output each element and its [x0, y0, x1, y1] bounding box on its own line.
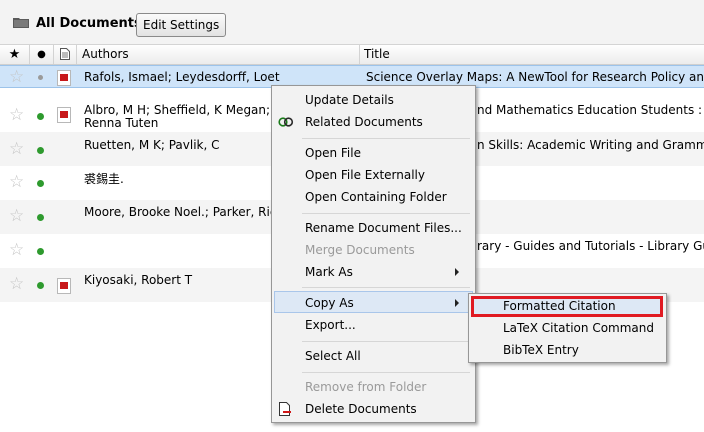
- read-status-dot[interactable]: [37, 248, 44, 255]
- read-status-column-header[interactable]: ●: [30, 45, 54, 64]
- menu-item-highlight: [274, 291, 473, 313]
- menu-item-latex-citation-command[interactable]: LaTeX Citation Command: [503, 320, 654, 336]
- related-documents-icon: [278, 117, 294, 127]
- title-cell: n Skills: Academic Writing and Grammar: [477, 138, 704, 152]
- menu-item-open-file[interactable]: Open File: [305, 145, 361, 161]
- menu-item-mark-as[interactable]: Mark As: [305, 264, 353, 280]
- menu-separator: [302, 372, 470, 373]
- menu-item-merge-documents: Merge Documents: [305, 243, 415, 257]
- read-status-dot[interactable]: [37, 180, 44, 187]
- authors-cell-line2: Renna Tuten: [84, 116, 159, 130]
- menu-item-remove-from-folder: Remove from Folder: [305, 380, 427, 394]
- submenu-arrow-icon: [455, 299, 459, 307]
- title-cell: nd Mathematics Education Students : A Ca…: [477, 103, 704, 117]
- submenu-arrow-icon: [455, 268, 459, 276]
- authors-cell: Rafols, Ismael; Leydesdorff, Loet: [84, 70, 280, 84]
- delete-documents-icon: [279, 402, 291, 416]
- star-column-header[interactable]: ★: [0, 45, 30, 64]
- file-column-header[interactable]: [54, 45, 77, 64]
- menu-separator: [302, 213, 470, 214]
- menu-separator: [302, 287, 470, 288]
- star-icon[interactable]: ☆: [9, 141, 24, 158]
- authors-column-header[interactable]: Authors: [77, 45, 360, 64]
- read-status-dot[interactable]: [37, 147, 44, 154]
- edit-settings-button[interactable]: Edit Settings: [136, 13, 227, 37]
- pdf-icon: [57, 70, 71, 86]
- column-header: ★ ● Authors Title: [0, 45, 704, 65]
- menu-item-formatted-citation[interactable]: Formatted Citation: [503, 298, 616, 314]
- star-icon[interactable]: ☆: [9, 174, 24, 191]
- title-cell: rary - Guides and Tutorials - Library Gu…: [477, 239, 704, 253]
- read-status-dot[interactable]: [38, 75, 43, 80]
- menu-item-update-details[interactable]: Update Details: [305, 92, 394, 108]
- authors-cell: Ruetten, M K; Pavlik, C: [84, 138, 220, 152]
- context-menu: Update Details Related Documents Open Fi…: [271, 85, 476, 423]
- menu-item-select-all[interactable]: Select All: [305, 348, 361, 364]
- menu-item-open-containing-folder[interactable]: Open Containing Folder: [305, 189, 447, 205]
- toolbar: All Documents Edit Settings: [0, 0, 704, 45]
- file-icon: [60, 48, 70, 60]
- menu-separator: [302, 138, 470, 139]
- star-icon[interactable]: ☆: [9, 208, 24, 225]
- read-status-dot[interactable]: [37, 282, 44, 289]
- menu-separator: [302, 341, 470, 342]
- menu-item-export[interactable]: Export...: [305, 317, 356, 333]
- menu-item-bibtex-entry[interactable]: BibTeX Entry: [503, 342, 579, 358]
- star-icon[interactable]: ☆: [9, 242, 24, 259]
- menu-item-delete-documents[interactable]: Delete Documents: [305, 401, 417, 417]
- star-icon[interactable]: ☆: [9, 69, 24, 86]
- page-title: All Documents: [36, 16, 142, 31]
- title-column-header[interactable]: Title: [361, 45, 704, 64]
- pdf-icon: [57, 107, 71, 123]
- read-status-dot[interactable]: [37, 214, 44, 221]
- authors-cell: Kiyosaki, Robert T: [84, 273, 193, 287]
- menu-item-open-file-externally[interactable]: Open File Externally: [305, 167, 425, 183]
- authors-cell: 裘錫圭.: [84, 172, 124, 186]
- read-status-dot[interactable]: [37, 113, 44, 120]
- folder-icon: [13, 18, 29, 28]
- pdf-icon: [57, 278, 71, 294]
- title-cell: Science Overlay Maps: A NewTool for Rese…: [366, 70, 704, 84]
- star-icon[interactable]: ☆: [9, 276, 24, 293]
- menu-item-related-documents[interactable]: Related Documents: [305, 114, 423, 130]
- copy-as-submenu: Formatted Citation LaTeX Citation Comman…: [468, 293, 667, 363]
- star-icon[interactable]: ☆: [9, 107, 24, 124]
- menu-item-copy-as[interactable]: Copy As: [305, 295, 354, 311]
- menu-item-rename-document-files[interactable]: Rename Document Files...: [305, 220, 462, 236]
